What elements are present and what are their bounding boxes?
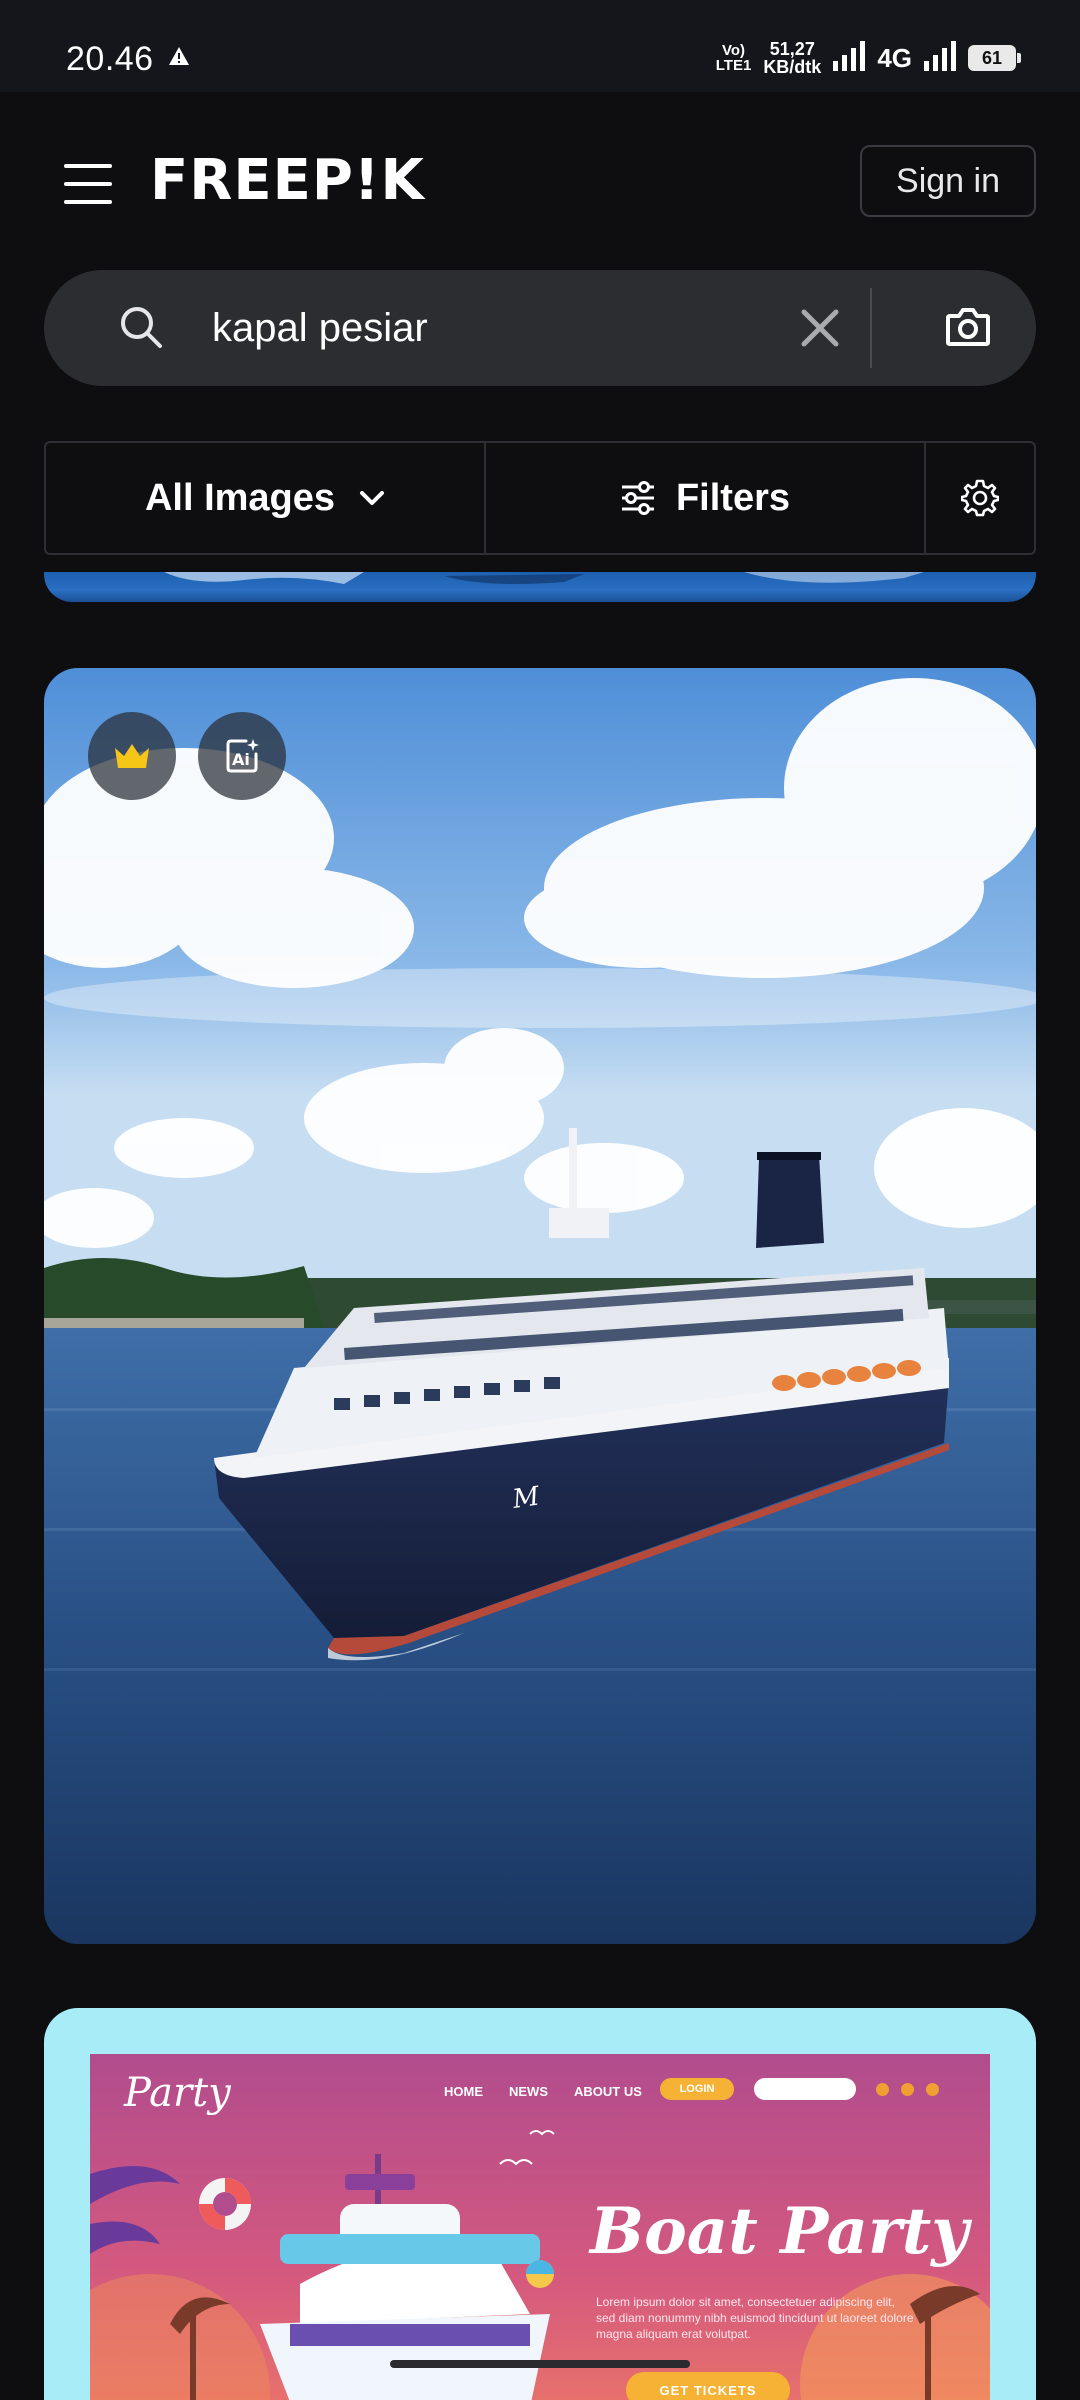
- chevron-down-icon: [360, 491, 385, 505]
- poster-nav-news: NEWS: [509, 2084, 548, 2099]
- clear-search-icon[interactable]: [792, 300, 848, 361]
- boat-party-poster: Party HOME NEWS ABOUT US LOGIN Boat Part…: [90, 2054, 990, 2400]
- search-bar: [44, 270, 1036, 386]
- app-header: FREEP!K Sign in: [0, 92, 1080, 272]
- image-type-label: All Images: [144, 476, 336, 519]
- network-speed: 51,27 KB/dtk: [763, 39, 822, 77]
- status-time: 20.46: [66, 40, 154, 78]
- sliders-icon: [621, 481, 654, 515]
- result-image-boat-party[interactable]: Party HOME NEWS ABOUT US LOGIN Boat Part…: [44, 2008, 1036, 2400]
- freepik-logo[interactable]: FREEP!K: [150, 148, 425, 213]
- premium-crown-icon: [88, 712, 176, 800]
- filter-bar: All Images Filters: [44, 441, 1036, 555]
- search-input[interactable]: [212, 298, 772, 358]
- svg-text:M: M: [510, 1481, 543, 1515]
- poster-social-icons: [876, 2083, 939, 2096]
- poster-body: Lorem ipsum dolor sit amet, consectetuer…: [596, 2295, 914, 2341]
- home-indicator[interactable]: [390, 2360, 690, 2368]
- signal-icon-2: [924, 40, 956, 76]
- image-type-dropdown[interactable]: All Images: [46, 443, 486, 553]
- svg-text:Ai: Ai: [232, 750, 250, 769]
- poster-nav: HOME NEWS ABOUT US: [444, 2084, 642, 2099]
- poster-cta: GET TICKETS: [626, 2372, 790, 2400]
- hamburger-menu-icon[interactable]: [64, 164, 112, 204]
- settings-button[interactable]: [926, 443, 1034, 553]
- search-icon[interactable]: [118, 304, 164, 355]
- network-type: 4G: [877, 42, 912, 73]
- warning-icon: [168, 46, 190, 71]
- gear-icon: [961, 479, 999, 517]
- poster-search: [754, 2078, 856, 2100]
- filters-button[interactable]: Filters: [486, 443, 926, 553]
- poster-nav-home: HOME: [444, 2084, 483, 2099]
- battery-icon: 61: [968, 45, 1021, 71]
- ai-generated-icon: Ai: [198, 712, 286, 800]
- poster-nav-about: ABOUT US: [574, 2084, 642, 2099]
- previous-result-image[interactable]: [44, 572, 1036, 602]
- sign-in-button[interactable]: Sign in: [860, 145, 1036, 217]
- camera-search-icon[interactable]: [944, 304, 992, 355]
- status-indicators: Vo) LTE1 51,27 KB/dtk 4G 61: [715, 36, 1021, 80]
- filters-label: Filters: [675, 476, 791, 519]
- search-divider: [870, 288, 872, 368]
- signal-icon: [833, 40, 866, 76]
- poster-title: Boat Party: [590, 2194, 969, 2269]
- poster-login: LOGIN: [660, 2078, 734, 2100]
- status-bar: 20.46 Vo) LTE1 51,27 KB/dtk 4G 61: [0, 0, 1080, 92]
- poster-brand: Party: [124, 2070, 231, 2116]
- result-image-cruise-ship[interactable]: M Ai: [44, 668, 1036, 1944]
- volte-indicator: Vo) LTE1: [715, 42, 752, 74]
